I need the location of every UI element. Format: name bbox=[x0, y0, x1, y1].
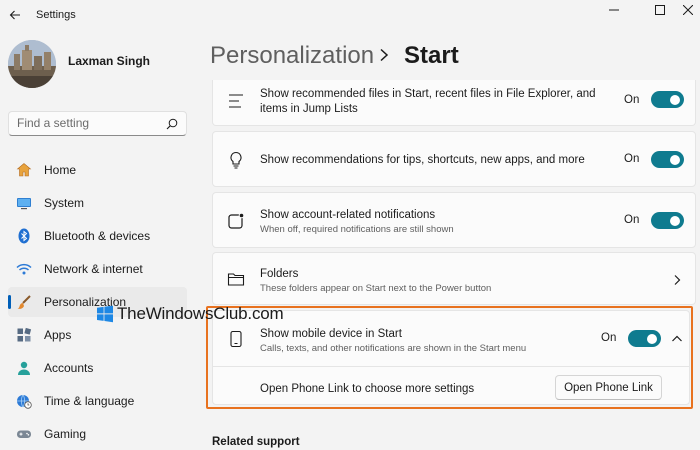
minimize-icon bbox=[609, 9, 619, 11]
minimize-button[interactable] bbox=[596, 0, 632, 20]
sidebar-item-system[interactable]: System bbox=[8, 188, 187, 218]
globe-clock-icon bbox=[17, 394, 32, 409]
chevron-up-icon[interactable] bbox=[671, 334, 683, 343]
setting-mobile-device[interactable]: Show mobile device in Start Calls, texts… bbox=[212, 310, 690, 405]
sidebar-item-time-language[interactable]: Time & language bbox=[8, 386, 187, 416]
lightbulb-icon bbox=[230, 151, 242, 169]
setting-title: Show recommendations for tips, shortcuts… bbox=[260, 154, 585, 166]
setting-account-notifications[interactable]: Show account-related notifications When … bbox=[212, 192, 696, 248]
breadcrumb-parent[interactable]: Personalization bbox=[210, 42, 374, 70]
windows-logo-icon bbox=[97, 305, 113, 323]
close-icon bbox=[682, 5, 693, 15]
wifi-icon bbox=[16, 263, 32, 275]
notification-square-icon bbox=[228, 212, 245, 229]
gamepad-icon bbox=[17, 430, 31, 438]
toggle-state-label: On bbox=[601, 332, 617, 344]
setting-title: Show recommended files in Start, recent … bbox=[260, 88, 596, 115]
search-input[interactable] bbox=[17, 116, 157, 130]
recommendations-toggle[interactable] bbox=[651, 151, 684, 168]
chevron-right-icon[interactable] bbox=[672, 274, 682, 286]
bluetooth-icon bbox=[18, 228, 30, 244]
close-button[interactable] bbox=[675, 0, 700, 20]
apps-icon bbox=[17, 327, 32, 342]
phone-icon bbox=[230, 330, 242, 348]
list-icon bbox=[229, 94, 243, 108]
back-button[interactable] bbox=[6, 6, 24, 24]
recommended-files-toggle[interactable] bbox=[651, 91, 684, 108]
setting-title: Folders bbox=[260, 268, 299, 280]
sidebar-item-apps[interactable]: Apps bbox=[8, 320, 187, 350]
system-icon bbox=[17, 198, 31, 210]
sidebar-item-home[interactable]: Home bbox=[8, 155, 187, 185]
avatar-photo bbox=[8, 40, 56, 88]
toggle-state-label: On bbox=[624, 94, 640, 106]
brush-icon bbox=[17, 295, 31, 309]
chevron-right-icon bbox=[380, 48, 389, 62]
app-title: Settings bbox=[36, 9, 76, 21]
setting-title: Show account-related notifications bbox=[260, 209, 436, 221]
setting-title: Show mobile device in Start bbox=[260, 328, 402, 340]
page-title: Start bbox=[404, 42, 459, 69]
folder-icon bbox=[227, 273, 245, 286]
sidebar-item-accounts[interactable]: Accounts bbox=[8, 353, 187, 383]
setting-folders[interactable]: Folders These folders appear on Start ne… bbox=[212, 252, 696, 305]
maximize-icon bbox=[655, 5, 665, 15]
sidebar-item-label: Time & language bbox=[44, 394, 135, 408]
back-arrow-icon bbox=[9, 10, 20, 20]
watermark: TheWindowsClub.com bbox=[96, 304, 284, 324]
sidebar-item-label: Network & internet bbox=[44, 262, 143, 276]
sidebar-item-label: Home bbox=[44, 163, 77, 177]
home-icon bbox=[16, 163, 32, 177]
sidebar-item-label: System bbox=[44, 196, 85, 210]
sidebar-item-gaming[interactable]: Gaming bbox=[8, 419, 187, 449]
divider bbox=[213, 366, 689, 367]
setting-recommended-files[interactable]: Show recommended files in Start, recent … bbox=[212, 80, 696, 126]
sidebar-item-label: Apps bbox=[44, 328, 72, 342]
sidebar-item-label: Gaming bbox=[44, 427, 87, 441]
watermark-text: TheWindowsClub.com bbox=[117, 304, 284, 323]
search-icon[interactable] bbox=[166, 118, 178, 130]
avatar[interactable] bbox=[8, 40, 56, 88]
title-bar: Settings bbox=[0, 0, 700, 30]
maximize-button[interactable] bbox=[642, 0, 678, 20]
setting-description: These folders appear on Start next to th… bbox=[260, 283, 492, 294]
mobile-device-toggle[interactable] bbox=[628, 330, 661, 347]
sidebar-item-label: Bluetooth & devices bbox=[44, 229, 151, 243]
toggle-state-label: On bbox=[624, 153, 640, 165]
sidebar-item-bluetooth[interactable]: Bluetooth & devices bbox=[8, 221, 187, 251]
setting-recommendations[interactable]: Show recommendations for tips, shortcuts… bbox=[212, 131, 696, 187]
open-phone-link-button[interactable]: Open Phone Link bbox=[555, 375, 662, 400]
search-box[interactable] bbox=[8, 111, 187, 136]
person-icon bbox=[18, 361, 30, 375]
user-name: Laxman Singh bbox=[68, 54, 151, 68]
sidebar-item-network[interactable]: Network & internet bbox=[8, 254, 187, 284]
sidebar-item-label: Accounts bbox=[44, 361, 94, 375]
toggle-state-label: On bbox=[624, 214, 640, 226]
phone-link-label: Open Phone Link to choose more settings bbox=[260, 383, 475, 395]
related-support-heading: Related support bbox=[212, 436, 300, 448]
account-notifications-toggle[interactable] bbox=[651, 212, 684, 229]
setting-description: Calls, texts, and other notifications ar… bbox=[260, 343, 527, 354]
setting-description: When off, required notifications are sti… bbox=[260, 224, 454, 235]
